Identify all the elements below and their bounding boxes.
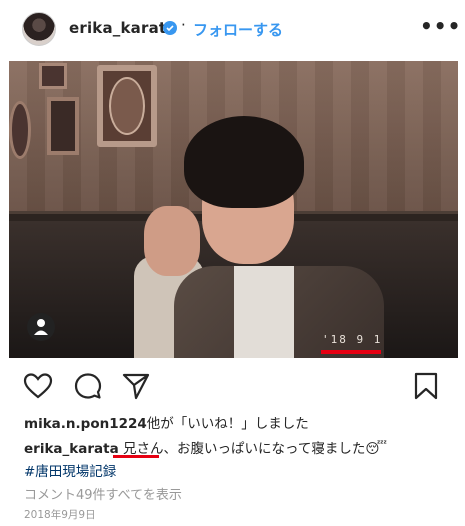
post-header: erika_karata · フォローする ••• bbox=[0, 0, 465, 58]
verified-badge-icon bbox=[163, 21, 177, 35]
save-bookmark-icon[interactable] bbox=[414, 372, 438, 400]
more-options-icon[interactable]: ••• bbox=[420, 14, 461, 38]
share-direct-icon[interactable] bbox=[122, 372, 150, 400]
red-underline-annotation bbox=[113, 455, 159, 458]
header-username[interactable]: erika_karata bbox=[69, 19, 177, 37]
follow-button[interactable]: フォローする bbox=[193, 19, 283, 40]
post-photo[interactable]: '18 9 1 bbox=[9, 61, 458, 358]
user-tag-icon[interactable] bbox=[27, 313, 55, 341]
likes-line: mika.n.pon1224他が「いいね！」しました bbox=[24, 412, 309, 432]
action-bar bbox=[0, 366, 465, 406]
photo-frame bbox=[47, 97, 79, 155]
post-date: 2018年9月9日 bbox=[24, 509, 96, 521]
hashtag-link[interactable]: #唐田現場記録 bbox=[24, 460, 116, 480]
caption-username[interactable]: erika_karata bbox=[24, 441, 119, 457]
photo-date-stamp: '18 9 1 bbox=[322, 333, 383, 346]
likes-text: 他が「いいね！」しました bbox=[146, 416, 309, 432]
caption-text: 兄さん、お腹いっぱいになって寝ました😴 bbox=[123, 441, 387, 457]
photo-person bbox=[114, 116, 384, 358]
profile-avatar[interactable] bbox=[22, 12, 56, 46]
photo-frame bbox=[9, 101, 31, 159]
like-heart-icon[interactable] bbox=[23, 372, 53, 400]
photo-frame bbox=[39, 63, 67, 89]
caption-line: erika_karata 兄さん、お腹いっぱいになって寝ました😴 bbox=[24, 437, 387, 457]
view-all-comments-link[interactable]: コメント49件すべてを表示 bbox=[24, 484, 182, 503]
red-underline-annotation bbox=[321, 350, 381, 354]
likes-username[interactable]: mika.n.pon1224 bbox=[24, 416, 147, 432]
comment-icon[interactable] bbox=[74, 372, 102, 400]
header-separator: · bbox=[181, 16, 186, 34]
